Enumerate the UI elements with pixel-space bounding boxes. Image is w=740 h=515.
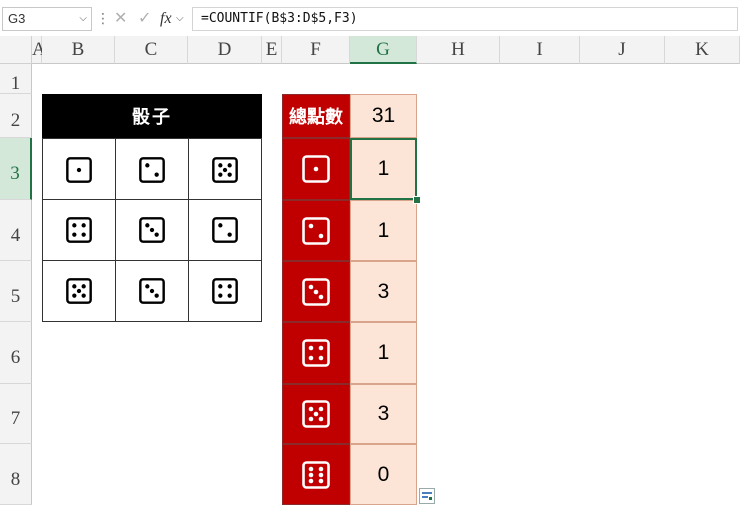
die-face-3-icon	[302, 277, 330, 306]
dice-cell[interactable]	[115, 199, 189, 261]
column-header-a[interactable]: A	[32, 36, 46, 64]
row-header-8[interactable]: 8	[0, 444, 32, 505]
column-header-b[interactable]: B	[42, 36, 115, 64]
column-header-h[interactable]: H	[417, 36, 500, 64]
face-cell[interactable]	[282, 138, 350, 200]
total-points-value[interactable]: 31	[350, 94, 417, 138]
face-cell[interactable]	[282, 444, 350, 505]
die-face-2-icon	[212, 217, 238, 243]
row-header-1[interactable]: 1	[0, 64, 32, 94]
die-face-2-icon	[139, 156, 165, 183]
die-face-6-icon	[302, 460, 330, 489]
dice-cell[interactable]	[188, 138, 262, 201]
formula-bar: G3 ⌵ ⋮ ✕ ✓ fx ⌵ =COUNTIF(B$3:D$5,F3)	[0, 0, 740, 36]
die-face-3-icon	[139, 278, 165, 304]
count-cell[interactable]: 1	[350, 200, 417, 261]
dice-cell[interactable]	[188, 260, 262, 322]
formula-controls: ✕ ✓ fx ⌵	[108, 7, 188, 31]
row-header-3[interactable]: 3	[0, 138, 32, 200]
die-face-4-icon	[212, 278, 238, 304]
fill-handle[interactable]	[413, 196, 421, 204]
row-header-6[interactable]: 6	[0, 322, 32, 384]
name-box-value: G3	[8, 11, 26, 26]
die-face-4-icon	[302, 339, 330, 367]
row-header-7[interactable]: 7	[0, 384, 32, 444]
die-face-1-icon	[66, 156, 92, 183]
face-cell[interactable]	[282, 261, 350, 322]
face-cell[interactable]	[282, 322, 350, 384]
column-header-g[interactable]: G	[350, 36, 417, 64]
row-header-5[interactable]: 5	[0, 261, 32, 322]
column-header-f[interactable]: F	[282, 36, 350, 64]
column-header-d[interactable]: D	[188, 36, 262, 64]
dice-cell[interactable]	[115, 138, 189, 201]
column-header-j[interactable]: J	[580, 36, 665, 64]
total-points-label[interactable]: 總點數	[282, 94, 350, 138]
die-face-5-icon	[66, 278, 92, 304]
dice-cell[interactable]	[42, 138, 116, 201]
column-header-e[interactable]: E	[262, 36, 282, 64]
die-face-3-icon	[139, 217, 165, 243]
name-box[interactable]: G3 ⌵	[2, 7, 92, 31]
count-cell[interactable]: 0	[350, 444, 417, 505]
chevron-down-icon[interactable]: ⌵	[79, 8, 87, 30]
die-face-1-icon	[302, 155, 330, 183]
chevron-down-icon[interactable]: ⌵	[176, 7, 184, 31]
face-cell[interactable]	[282, 384, 350, 444]
formula-input[interactable]: =COUNTIF(B$3:D$5,F3)	[192, 7, 738, 31]
dice-cell[interactable]	[42, 199, 116, 261]
die-face-2-icon	[302, 216, 330, 245]
dice-cell[interactable]	[188, 199, 262, 261]
check-icon[interactable]: ✓	[138, 7, 151, 31]
die-face-5-icon	[302, 400, 330, 428]
row-header-2[interactable]: 2	[0, 94, 32, 138]
dice-cell[interactable]	[42, 260, 116, 322]
count-cell[interactable]: 3	[350, 384, 417, 444]
quick-analysis-icon[interactable]	[419, 488, 435, 504]
dice-cell[interactable]	[115, 260, 189, 322]
select-all-corner[interactable]	[0, 36, 32, 64]
column-header-k[interactable]: K	[665, 36, 740, 64]
face-cell[interactable]	[282, 200, 350, 261]
die-face-4-icon	[66, 217, 92, 243]
column-header-c[interactable]: C	[115, 36, 188, 64]
fx-icon[interactable]: fx	[160, 7, 172, 31]
active-cell[interactable]: 1	[350, 138, 417, 200]
count-cell[interactable]: 3	[350, 261, 417, 322]
x-icon[interactable]: ✕	[114, 7, 127, 31]
column-header-i[interactable]: I	[500, 36, 580, 64]
die-face-5-icon	[212, 156, 238, 183]
row-header-4[interactable]: 4	[0, 200, 32, 261]
count-cell[interactable]: 1	[350, 322, 417, 384]
dice-table-title[interactable]: 骰子	[42, 94, 262, 138]
